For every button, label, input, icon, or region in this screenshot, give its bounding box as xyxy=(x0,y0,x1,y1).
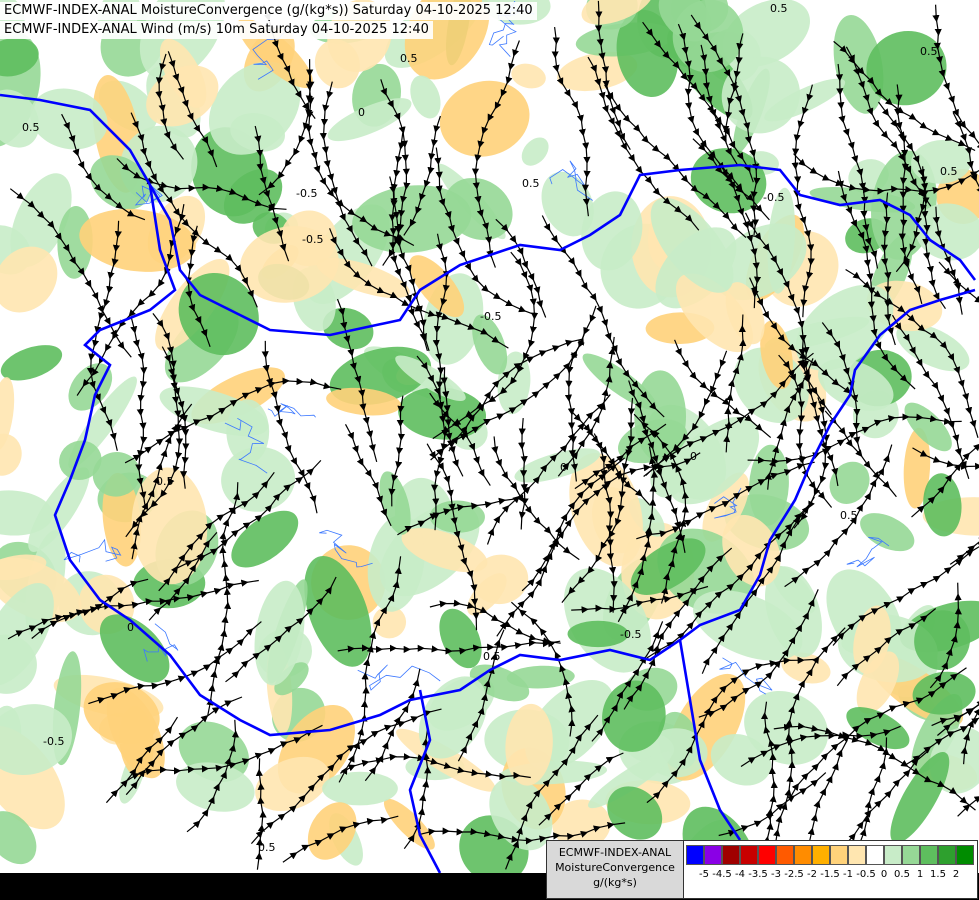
legend-swatch xyxy=(704,845,722,865)
contour-value-label: -0.5 xyxy=(480,310,501,323)
legend-unit-label: g/(kg*s) xyxy=(593,876,637,889)
legend-tick-label: -4 xyxy=(735,869,745,880)
legend-tick-label: 1 xyxy=(916,869,924,880)
color-legend: ECMWF-INDEX-ANAL MoistureConvergence g/(… xyxy=(546,840,978,899)
contour-value-label: -0.5 xyxy=(763,191,784,204)
legend-tick-label: -3.5 xyxy=(748,869,768,880)
contour-value-label: 0.5 xyxy=(258,841,276,854)
river-line xyxy=(357,664,441,691)
weather-map: 0.5 0.5 -0.5 0.5 0 -0.5 0.5 0 -0.5 0.5 -0.5 0.5 0.5 0… xyxy=(0,0,979,900)
legend-tick-label: -4.5 xyxy=(712,869,732,880)
legend-tick-label: -0.5 xyxy=(856,869,876,880)
contour-value-label: 0.5 xyxy=(770,2,788,15)
contour-value-label: 0.5 xyxy=(483,650,501,663)
contour-value-label: 0 xyxy=(690,450,697,463)
convergence-area xyxy=(829,461,870,504)
contour-value-label: -0.5 xyxy=(302,233,323,246)
contour-value-label: 0 xyxy=(560,461,567,474)
convergence-area xyxy=(322,771,398,806)
legend-swatch xyxy=(776,845,794,865)
contour-value-label: 0.5 xyxy=(400,52,418,65)
legend-tick-label: 0.5 xyxy=(894,869,910,880)
divergence-area xyxy=(383,798,435,850)
legend-swatch xyxy=(920,845,938,865)
legend-swatch xyxy=(794,845,812,865)
contour-value-label: 0.5 xyxy=(940,165,958,178)
contour-value-label: 0.5 xyxy=(522,177,540,190)
river-line xyxy=(846,536,890,568)
legend-swatch xyxy=(740,845,758,865)
contour-value-label: 0.5 xyxy=(840,509,858,522)
legend-tick-label: 0 xyxy=(880,869,888,880)
legend-swatch xyxy=(902,845,920,865)
legend-swatch xyxy=(956,845,974,865)
legend-swatch xyxy=(884,845,902,865)
contour-value-label: -0.5 xyxy=(296,187,317,200)
contour-value-label: 0 xyxy=(358,106,365,119)
wind-streamline xyxy=(206,482,241,716)
legend-swatch xyxy=(938,845,956,865)
legend-tick-label: -5 xyxy=(699,869,709,880)
divergence-area xyxy=(511,63,546,89)
convergence-area xyxy=(521,137,549,166)
legend-text-block: ECMWF-INDEX-ANAL MoistureConvergence g/(… xyxy=(547,841,684,898)
map-title-wind: ECMWF-INDEX-ANAL Wind (m/s) 10m Saturday… xyxy=(0,21,433,39)
legend-model-label: ECMWF-INDEX-ANAL xyxy=(558,846,672,859)
legend-tick-label: -2.5 xyxy=(784,869,804,880)
river-line xyxy=(267,403,316,418)
convergence-area xyxy=(860,513,915,552)
legend-tick-label: -1 xyxy=(843,869,853,880)
legend-swatch xyxy=(812,845,830,865)
legend-tick-label: 1.5 xyxy=(930,869,946,880)
legend-swatch xyxy=(722,845,740,865)
legend-tick-label: -2 xyxy=(807,869,817,880)
contour-value-label: -0.5 xyxy=(43,735,64,748)
divergence-area xyxy=(0,433,22,476)
legend-tick-label: -1.5 xyxy=(820,869,840,880)
legend-swatch xyxy=(866,845,884,865)
legend-swatch xyxy=(686,845,704,865)
legend-swatch xyxy=(758,845,776,865)
legend-tick-label: 2 xyxy=(952,869,960,880)
wind-streamline xyxy=(949,398,979,565)
contour-value-label: 0.5 xyxy=(22,121,40,134)
map-canvas: 0.5 0.5 -0.5 0.5 0 -0.5 0.5 0 -0.5 0.5 -0.5 0.5 0.5 0… xyxy=(0,0,979,900)
contour-value-label: -0.5 xyxy=(620,628,641,641)
legend-tick-label: -3 xyxy=(771,869,781,880)
legend-swatch xyxy=(830,845,848,865)
contour-value-label: 0.5 xyxy=(156,475,174,488)
contour-value-label: 0 xyxy=(127,621,134,634)
contour-value-label: 0.5 xyxy=(920,45,938,58)
legend-variable-label: MoistureConvergence xyxy=(555,861,675,874)
map-title-moisture: ECMWF-INDEX-ANAL MoistureConvergence (g/… xyxy=(0,2,537,20)
legend-swatch xyxy=(848,845,866,865)
